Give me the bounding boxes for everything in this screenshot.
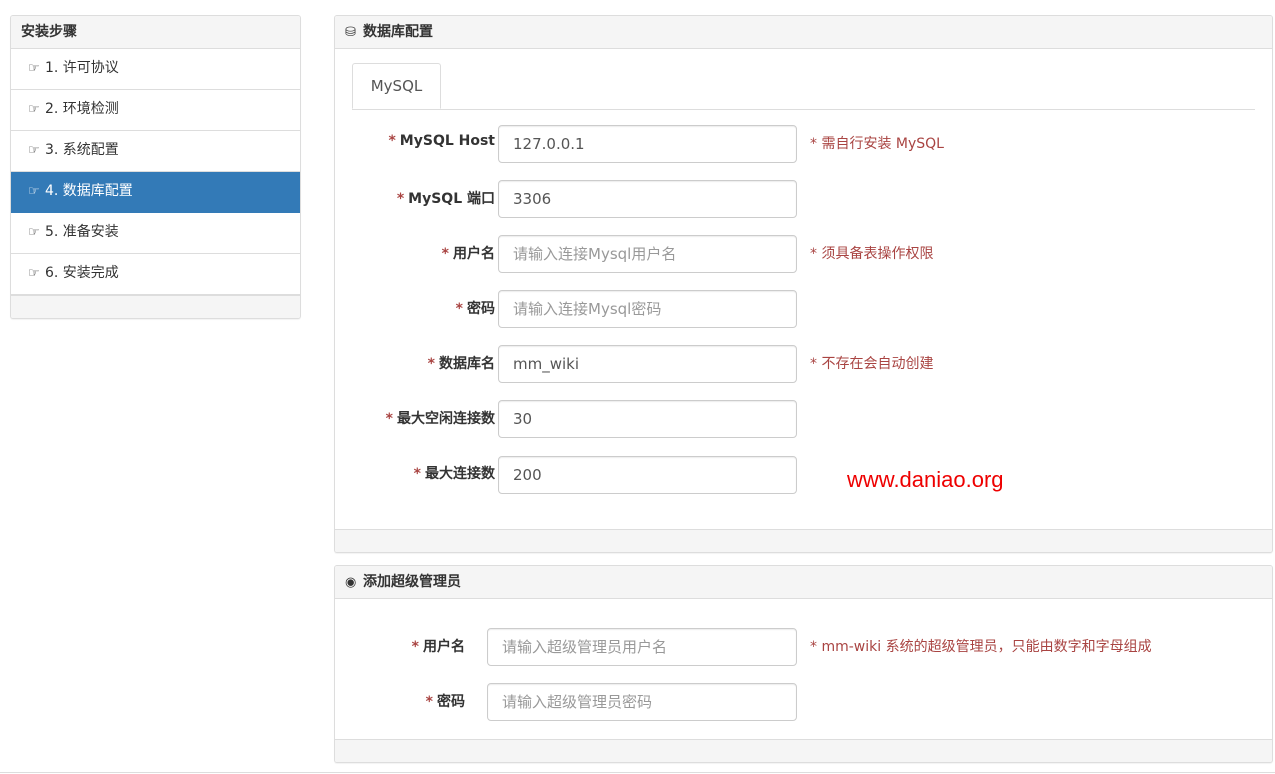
hand-point-right-icon: ☞	[28, 102, 40, 117]
step-prepare-install[interactable]: ☞ 5. 准备安装	[11, 213, 300, 254]
mysql-host-label: * MySQL Host	[388, 133, 495, 149]
mysql-port-input[interactable]	[498, 180, 797, 218]
super-admin-heading: ◉ 添加超级管理员	[335, 566, 1272, 599]
admin-username-label: * 用户名	[411, 639, 465, 655]
watermark-text: www.daniao.org	[847, 467, 1004, 492]
panel-footer	[335, 739, 1272, 762]
db-name-hint: * 不存在会自动创建	[810, 356, 934, 372]
panel-footer	[11, 295, 300, 318]
step-system-config[interactable]: ☞ 3. 系统配置	[11, 131, 300, 172]
db-name-label: * 数据库名	[427, 356, 495, 372]
db-username-input[interactable]	[498, 235, 797, 273]
db-tabs: MySQL	[352, 63, 1255, 110]
panel-footer	[335, 529, 1272, 552]
max-open-conns-label: * 最大连接数	[413, 466, 495, 482]
admin-password-input[interactable]	[487, 683, 797, 721]
db-password-input[interactable]	[498, 290, 797, 328]
mysql-port-label: * MySQL 端口	[396, 191, 495, 207]
step-database-config[interactable]: ☞ 4. 数据库配置	[11, 172, 300, 213]
mysql-host-input[interactable]	[498, 125, 797, 163]
install-steps-title: 安装步骤	[11, 16, 300, 49]
hand-point-right-icon: ☞	[28, 266, 40, 281]
database-config-heading: ⛁ 数据库配置	[335, 16, 1272, 49]
super-admin-panel: ◉添加超级管理员 *用户名 * mm-wiki 系统的超级管理员，只能由数字和字…	[334, 565, 1273, 763]
db-username-hint: * 须具备表操作权限	[810, 246, 934, 262]
hand-point-right-icon: ☞	[28, 143, 40, 158]
db-password-label: * 密码	[455, 301, 495, 317]
hand-point-right-icon: ☞	[28, 184, 40, 199]
admin-username-hint: * mm-wiki 系统的超级管理员，只能由数字和字母组成	[810, 639, 1152, 655]
install-steps-panel: 安装步骤 ☞ 1. 许可协议 ☞ 2. 环境检测 ☞ 3. 系统配置 ☞ 4. 数据库配…	[10, 15, 301, 319]
db-username-label: * 用户名	[441, 246, 495, 262]
database-config-panel: ⛁数据库配置 MySQL *MySQL Host * 需自行安装 MySQL *…	[334, 15, 1273, 553]
admin-password-label: * 密码	[425, 694, 465, 710]
user-circle-icon: ◉	[345, 575, 357, 590]
tab-mysql[interactable]: MySQL	[352, 63, 441, 109]
db-name-input[interactable]	[498, 345, 797, 383]
admin-username-input[interactable]	[487, 628, 797, 666]
hand-point-right-icon: ☞	[28, 225, 40, 240]
hand-point-right-icon: ☞	[28, 61, 40, 76]
database-icon: ⛁	[345, 25, 356, 40]
step-install-complete[interactable]: ☞ 6. 安装完成	[11, 254, 300, 295]
max-open-conns-input[interactable]	[498, 456, 797, 494]
max-idle-conns-label: * 最大空闲连接数	[385, 411, 495, 427]
mysql-host-hint: * 需自行安装 MySQL	[810, 136, 944, 152]
page-bottom-divider	[0, 772, 1275, 773]
step-env-check[interactable]: ☞ 2. 环境检测	[11, 90, 300, 131]
max-idle-conns-input[interactable]	[498, 400, 797, 438]
step-license[interactable]: ☞ 1. 许可协议	[11, 49, 300, 90]
